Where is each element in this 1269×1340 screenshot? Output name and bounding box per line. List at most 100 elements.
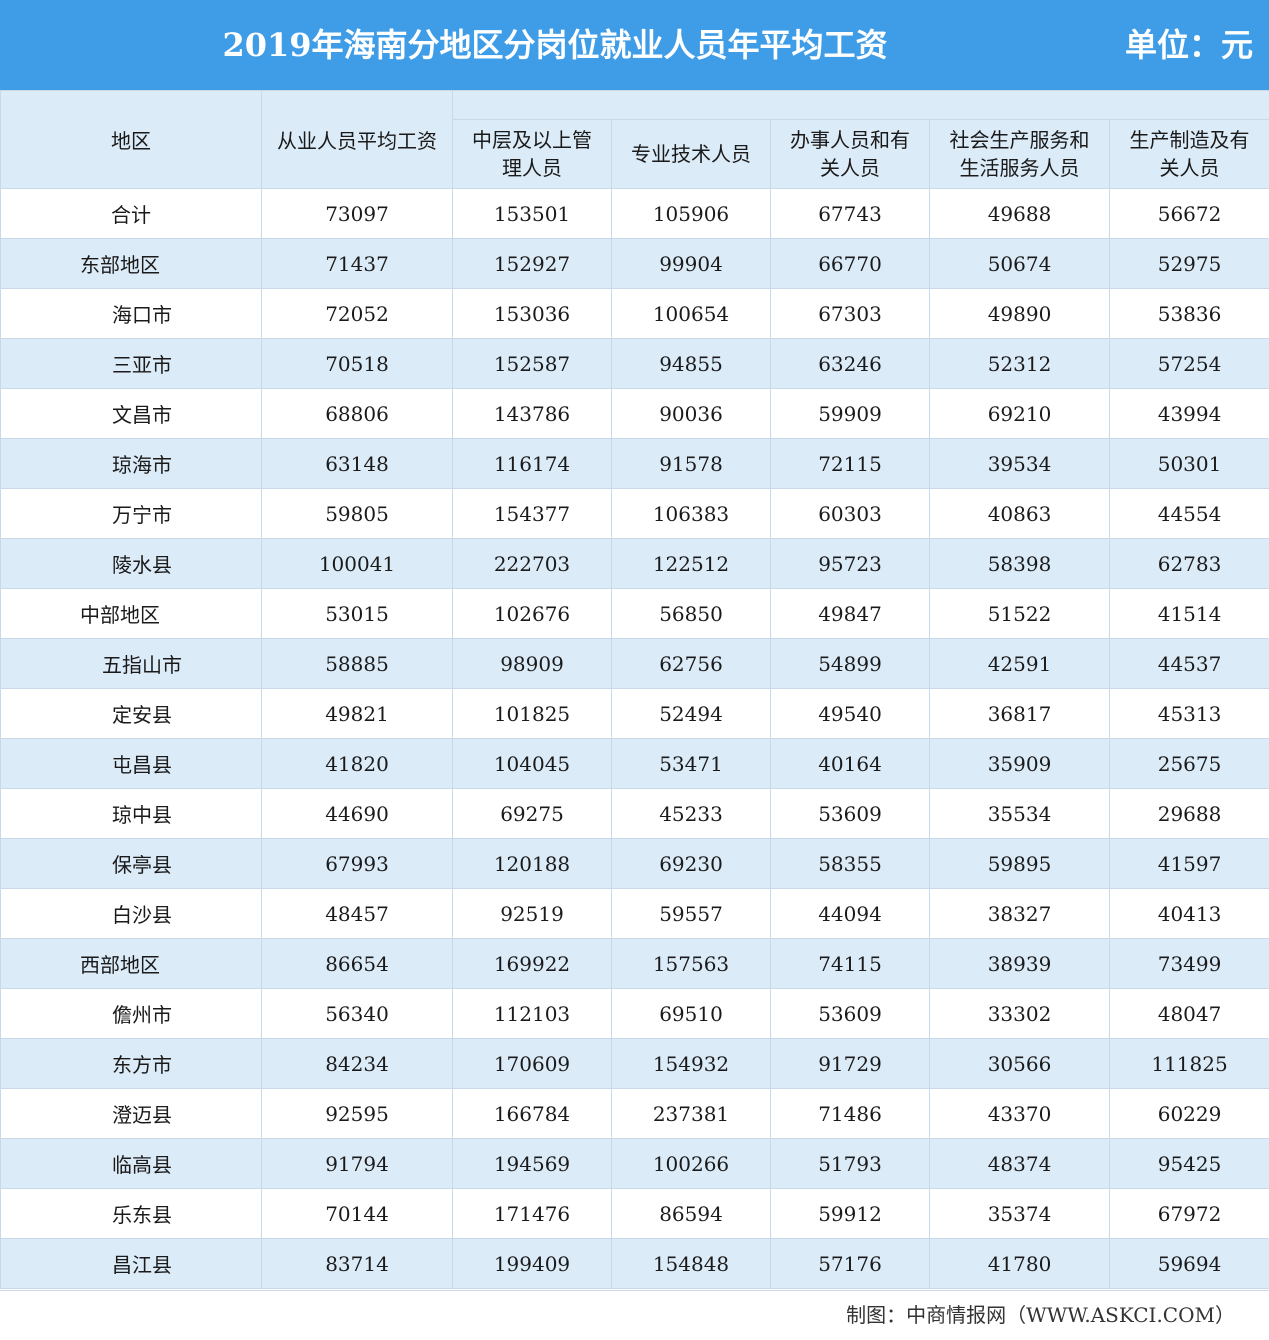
wage-value-cell: 69510 [612, 989, 771, 1039]
region-cell: 澄迈县 [1, 1089, 262, 1139]
wage-value-cell: 73097 [262, 189, 453, 239]
region-cell: 儋州市 [1, 989, 262, 1039]
region-cell: 五指山市 [1, 639, 262, 689]
wage-value-cell: 91794 [262, 1139, 453, 1189]
region-cell: 三亚市 [1, 339, 262, 389]
wage-value-cell: 62756 [612, 639, 771, 689]
wage-value-cell: 101825 [453, 689, 612, 739]
wage-value-cell: 71486 [771, 1089, 930, 1139]
column-header-region: 地区 [1, 91, 262, 189]
table-row: 昌江县83714199409154848571764178059694 [1, 1239, 1269, 1289]
wage-value-cell: 112103 [453, 989, 612, 1039]
wage-value-cell: 69210 [930, 389, 1110, 439]
wage-value-cell: 48047 [1110, 989, 1269, 1039]
wage-value-cell: 59694 [1110, 1239, 1269, 1289]
region-cell: 琼海市 [1, 439, 262, 489]
region-cell: 万宁市 [1, 489, 262, 539]
wage-value-cell: 69275 [453, 789, 612, 839]
wage-value-cell: 95723 [771, 539, 930, 589]
wage-value-cell: 152927 [453, 239, 612, 289]
wage-value-cell: 199409 [453, 1239, 612, 1289]
table-row: 琼海市6314811617491578721153953450301 [1, 439, 1269, 489]
wage-value-cell: 43370 [930, 1089, 1110, 1139]
wage-value-cell: 58355 [771, 839, 930, 889]
table-row: 文昌市6880614378690036599096921043994 [1, 389, 1269, 439]
wage-value-cell: 222703 [453, 539, 612, 589]
wage-value-cell: 44690 [262, 789, 453, 839]
wage-value-cell: 92595 [262, 1089, 453, 1139]
region-cell: 东部地区 [1, 239, 262, 289]
wage-value-cell: 111825 [1110, 1039, 1269, 1089]
wage-value-cell: 106383 [612, 489, 771, 539]
wage-value-cell: 44094 [771, 889, 930, 939]
wage-value-cell: 52975 [1110, 239, 1269, 289]
wage-value-cell: 44537 [1110, 639, 1269, 689]
wage-value-cell: 74115 [771, 939, 930, 989]
wage-value-cell: 49540 [771, 689, 930, 739]
wage-value-cell: 72115 [771, 439, 930, 489]
wage-value-cell: 41597 [1110, 839, 1269, 889]
wage-value-cell: 59805 [262, 489, 453, 539]
wage-value-cell: 45233 [612, 789, 771, 839]
wage-value-cell: 102676 [453, 589, 612, 639]
wage-value-cell: 153501 [453, 189, 612, 239]
column-header-position: 专业技术人员 [612, 120, 771, 189]
wage-value-cell: 41514 [1110, 589, 1269, 639]
wage-value-cell: 84234 [262, 1039, 453, 1089]
wage-value-cell: 90036 [612, 389, 771, 439]
region-cell: 合计 [1, 189, 262, 239]
wage-value-cell: 49821 [262, 689, 453, 739]
unit-label: 单位：元 [1125, 0, 1253, 90]
table-row: 海口市72052153036100654673034989053836 [1, 289, 1269, 339]
wage-value-cell: 60303 [771, 489, 930, 539]
wage-value-cell: 83714 [262, 1239, 453, 1289]
wage-value-cell: 68806 [262, 389, 453, 439]
wage-value-cell: 154932 [612, 1039, 771, 1089]
wage-value-cell: 53609 [771, 989, 930, 1039]
wage-value-cell: 170609 [453, 1039, 612, 1089]
wage-value-cell: 62783 [1110, 539, 1269, 589]
wage-value-cell: 95425 [1110, 1139, 1269, 1189]
wage-value-cell: 67993 [262, 839, 453, 889]
wage-value-cell: 25675 [1110, 739, 1269, 789]
table-header: 地区 从业人员平均工资 中层及以上管理人员专业技术人员办事人员和有关人员社会生产… [1, 91, 1269, 189]
wage-value-cell: 59912 [771, 1189, 930, 1239]
wage-value-cell: 94855 [612, 339, 771, 389]
region-cell: 昌江县 [1, 1239, 262, 1289]
wage-value-cell: 152587 [453, 339, 612, 389]
wage-value-cell: 33302 [930, 989, 1110, 1039]
table-row: 陵水县100041222703122512957235839862783 [1, 539, 1269, 589]
region-cell: 乐东县 [1, 1189, 262, 1239]
wage-value-cell: 71437 [262, 239, 453, 289]
wage-value-cell: 67972 [1110, 1189, 1269, 1239]
wage-value-cell: 44554 [1110, 489, 1269, 539]
wage-value-cell: 60229 [1110, 1089, 1269, 1139]
table-row: 东部地区7143715292799904667705067452975 [1, 239, 1269, 289]
wage-value-cell: 30566 [930, 1039, 1110, 1089]
wage-value-cell: 99904 [612, 239, 771, 289]
region-cell: 白沙县 [1, 889, 262, 939]
wage-value-cell: 73499 [1110, 939, 1269, 989]
wage-value-cell: 171476 [453, 1189, 612, 1239]
column-group-header [453, 91, 1269, 120]
wage-value-cell: 86594 [612, 1189, 771, 1239]
wage-value-cell: 52312 [930, 339, 1110, 389]
wage-value-cell: 29688 [1110, 789, 1269, 839]
footer: 制图：中商情报网（WWW.ASKCI.COM） [0, 1290, 1269, 1340]
wage-value-cell: 35374 [930, 1189, 1110, 1239]
wage-value-cell: 40863 [930, 489, 1110, 539]
table-row: 儋州市5634011210369510536093330248047 [1, 989, 1269, 1039]
wage-value-cell: 50301 [1110, 439, 1269, 489]
wage-value-cell: 48374 [930, 1139, 1110, 1189]
wage-value-cell: 66770 [771, 239, 930, 289]
wage-value-cell: 59557 [612, 889, 771, 939]
wage-value-cell: 40164 [771, 739, 930, 789]
column-header-position: 生产制造及有关人员 [1110, 120, 1269, 189]
wage-value-cell: 53609 [771, 789, 930, 839]
wage-value-cell: 40413 [1110, 889, 1269, 939]
wage-value-cell: 70144 [262, 1189, 453, 1239]
wage-value-cell: 41780 [930, 1239, 1110, 1289]
table-row: 定安县4982110182552494495403681745313 [1, 689, 1269, 739]
wage-value-cell: 92519 [453, 889, 612, 939]
wage-value-cell: 49890 [930, 289, 1110, 339]
